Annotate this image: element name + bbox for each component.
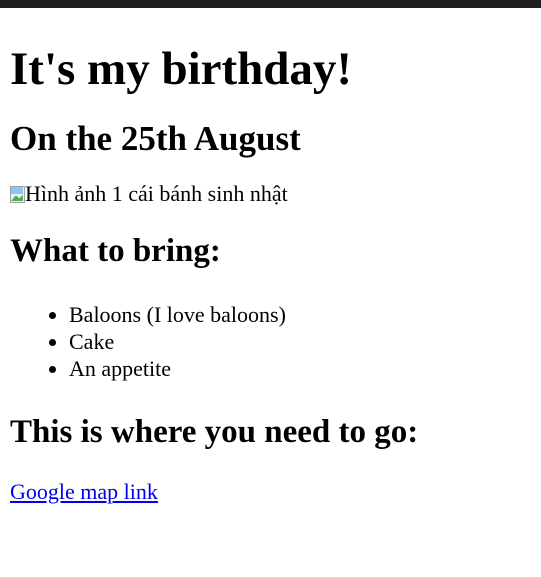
list-item: Baloons (I love baloons) bbox=[69, 301, 530, 328]
list-item: Cake bbox=[69, 328, 530, 355]
where-to-go-heading: This is where you need to go: bbox=[10, 414, 419, 450]
what-to-bring-heading: What to bring: bbox=[10, 233, 221, 269]
birthday-cake-image: Hình ảnh 1 cái bánh sinh nhật bbox=[10, 183, 530, 205]
list-item: An appetite bbox=[69, 355, 530, 382]
page-title: It's my birthday! bbox=[10, 43, 353, 95]
page-content: It's my birthday! On the 25th August Hìn… bbox=[10, 8, 530, 505]
google-map-link[interactable]: Google map link bbox=[10, 479, 158, 504]
bring-list: Baloons (I love baloons) Cake An appetit… bbox=[10, 301, 530, 382]
browser-top-bar bbox=[0, 0, 541, 8]
date-heading: On the 25th August bbox=[10, 119, 301, 158]
image-alt-text: Hình ảnh 1 cái bánh sinh nhật bbox=[25, 181, 288, 206]
map-link-row: Google map link bbox=[10, 479, 530, 505]
broken-image-icon bbox=[10, 185, 25, 203]
